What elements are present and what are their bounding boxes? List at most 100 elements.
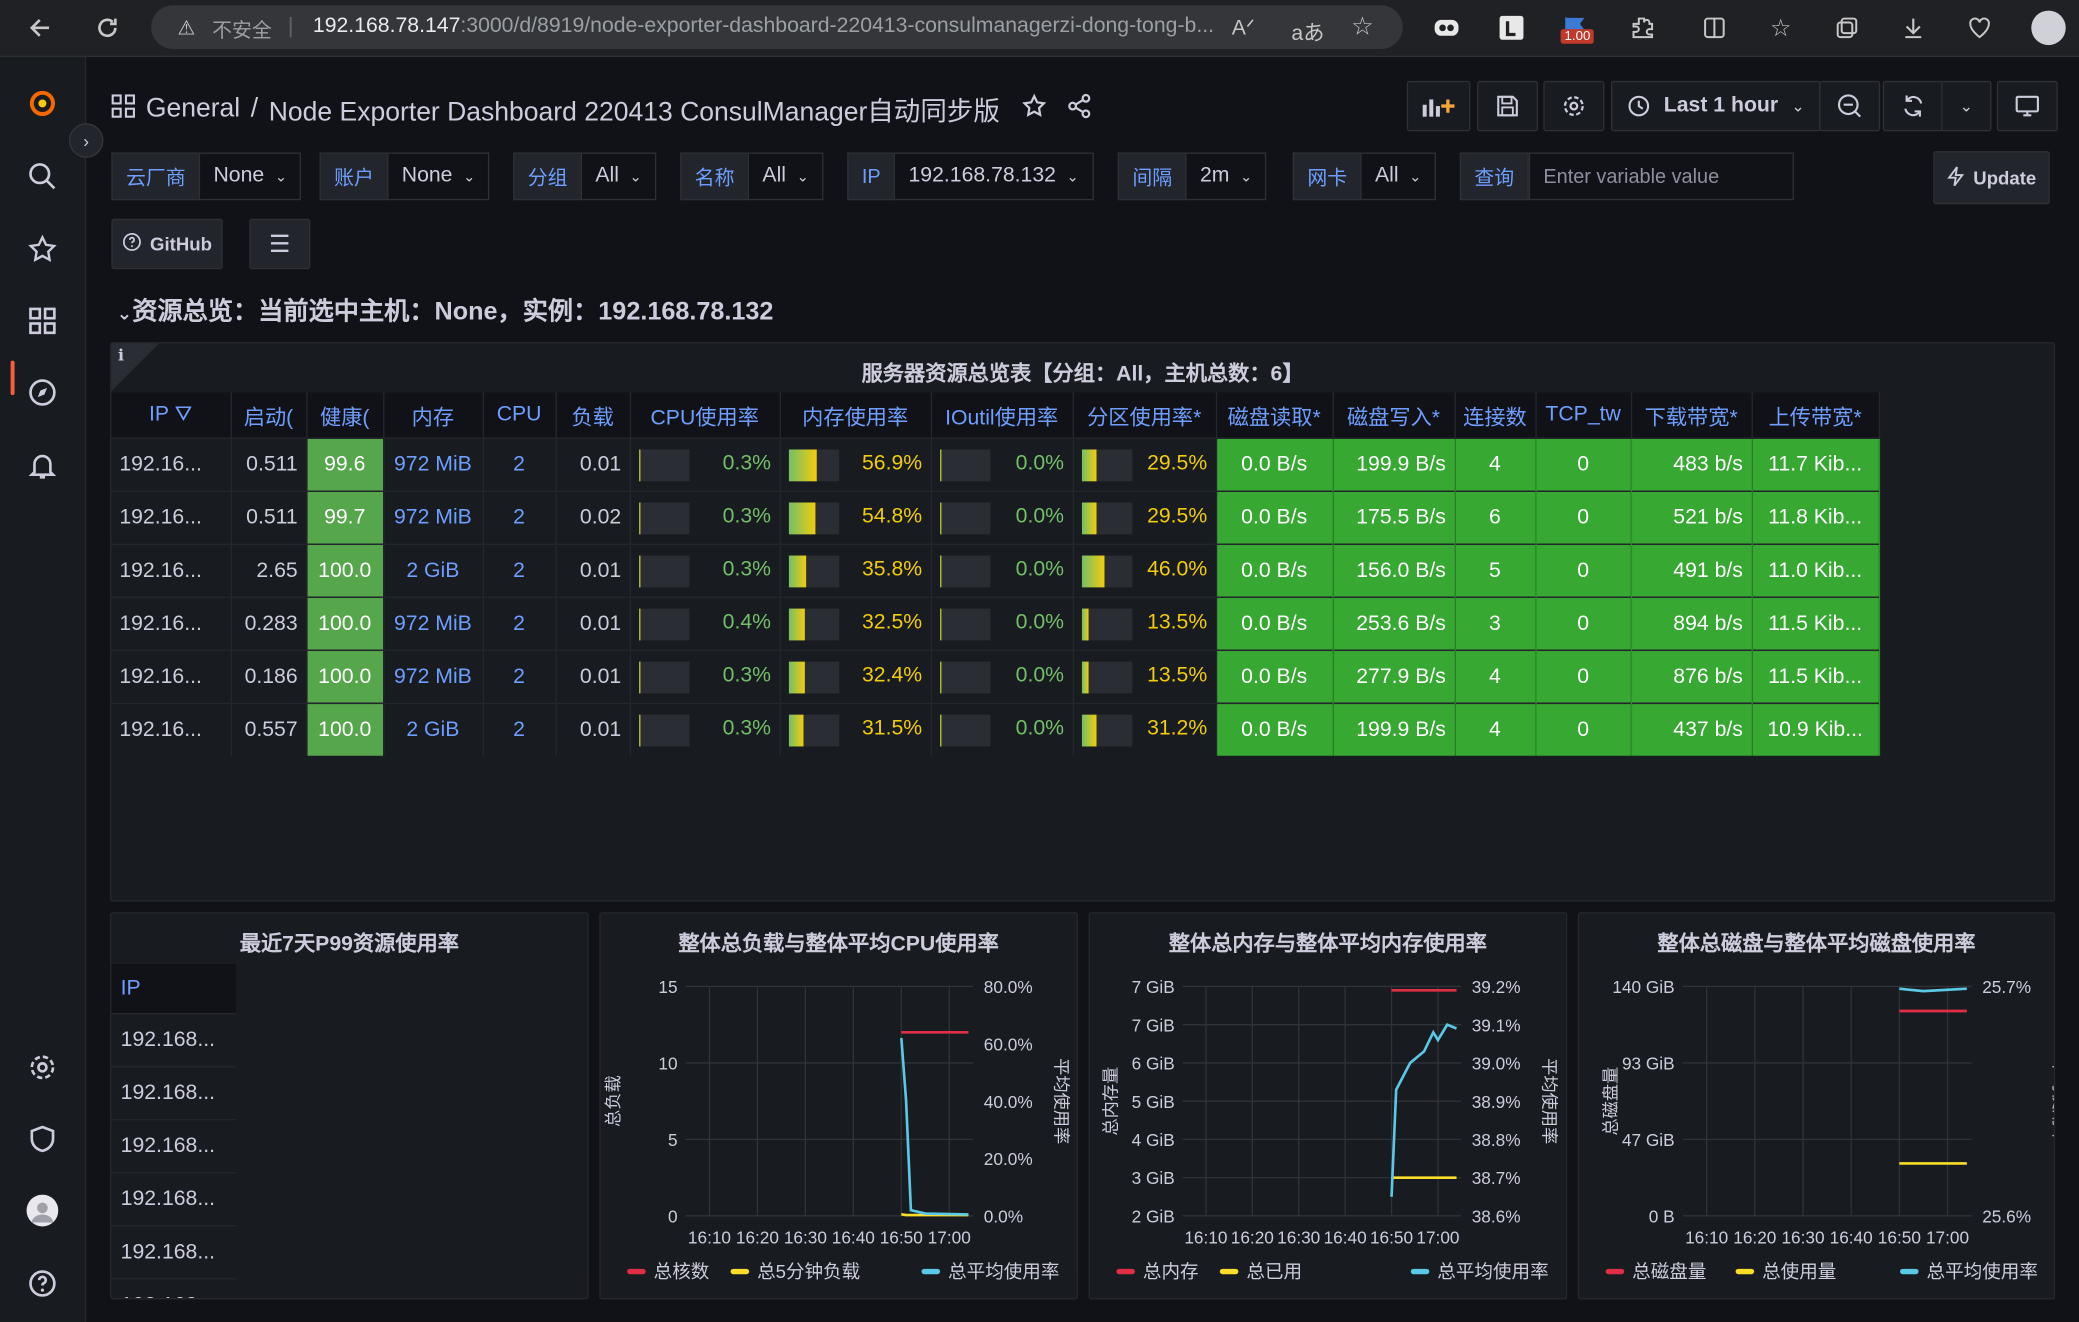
legend-item[interactable]: 总内存	[1116, 1258, 1199, 1285]
cell-cpu[interactable]: 2	[482, 702, 557, 756]
extension-mask-icon[interactable]	[1429, 11, 1463, 45]
legend-item[interactable]: 总平均使用率	[1410, 1258, 1549, 1285]
dashboards-icon[interactable]	[24, 302, 61, 339]
column-header[interactable]: 内存使用率	[779, 392, 932, 439]
legend-item[interactable]: 总5分钟负载	[730, 1258, 860, 1285]
page-title[interactable]: Node Exporter Dashboard 220413 ConsulMan…	[269, 90, 1000, 128]
column-header[interactable]: 健康(	[306, 392, 384, 439]
legend-item[interactable]: 总已用	[1219, 1258, 1302, 1285]
folder-link[interactable]: General	[146, 94, 240, 124]
cell-memory[interactable]: 972 MiB	[383, 649, 484, 704]
column-header[interactable]: 下载带宽*	[1630, 392, 1753, 439]
user-avatar[interactable]	[24, 1192, 61, 1229]
zoom-out-button[interactable]	[1819, 80, 1881, 132]
github-link-button[interactable]: GitHub	[111, 218, 223, 270]
column-header[interactable]: IP	[111, 963, 237, 1013]
variable-select[interactable]: All ⌄	[1361, 152, 1436, 201]
legend-item[interactable]: 总磁盘量	[1605, 1258, 1706, 1285]
legend-item[interactable]: 总平均使用率	[921, 1258, 1059, 1285]
variable-select[interactable]: None ⌄	[388, 152, 490, 201]
time-range-picker[interactable]: Last 1 hour ⌄	[1610, 80, 1821, 132]
save-dashboard-button[interactable]	[1477, 80, 1539, 132]
cell-cpu[interactable]: 2	[482, 490, 557, 545]
chevron-down-icon: ⌄	[1409, 169, 1422, 185]
filter-icon[interactable]: ⛛	[175, 403, 193, 426]
refresh-interval-dropdown[interactable]: ⌄	[1941, 80, 1992, 132]
starred-icon[interactable]	[24, 231, 61, 268]
refresh-button[interactable]	[1882, 80, 1944, 132]
y-tick-label: 7 GiB	[1132, 1015, 1175, 1035]
share-icon[interactable]	[1066, 92, 1093, 126]
gauge-bar	[788, 502, 839, 535]
cell-ioutil-usage: 0.0%	[930, 649, 1074, 704]
split-screen-icon[interactable]	[1697, 11, 1731, 45]
column-header[interactable]: 启动(	[230, 392, 307, 439]
translate-icon[interactable]: aあ	[1291, 15, 1324, 47]
row-title[interactable]: ⌄资源总览：当前选中主机：None，实例：192.168.78.132	[117, 292, 774, 328]
extension-l-icon[interactable]	[1494, 11, 1528, 45]
back-icon[interactable]	[24, 11, 58, 45]
grafana-logo-icon[interactable]	[24, 85, 61, 122]
y2-tick-label: 38.6%	[1472, 1206, 1521, 1226]
cell-cpu[interactable]: 2	[482, 649, 557, 704]
add-panel-button[interactable]	[1406, 80, 1471, 132]
cell-cpu[interactable]: 2	[482, 543, 557, 598]
search-icon[interactable]	[24, 158, 61, 195]
dashboard-settings-button[interactable]	[1543, 80, 1605, 132]
alerting-bell-icon[interactable]	[24, 447, 61, 484]
legend-item[interactable]: 总使用量	[1735, 1258, 1836, 1285]
column-header[interactable]: 分区使用率*	[1072, 392, 1217, 439]
cell-cpu[interactable]: 2	[482, 437, 557, 492]
column-header[interactable]: 磁盘写入*	[1332, 392, 1456, 439]
gauge-fill	[1081, 555, 1105, 588]
update-button[interactable]: Update	[1933, 151, 2050, 205]
column-header[interactable]: CPU	[482, 392, 557, 439]
read-aloud-icon[interactable]: Aᐟ	[1232, 15, 1255, 42]
extensions-puzzle-icon[interactable]	[1626, 11, 1660, 45]
cell-memory[interactable]: 972 MiB	[383, 490, 484, 545]
expand-menu-chevron-icon[interactable]: ›	[68, 123, 104, 158]
cell-memory[interactable]: 972 MiB	[383, 437, 484, 492]
browser-profile-avatar[interactable]	[2031, 10, 2066, 46]
configuration-gear-icon[interactable]	[24, 1049, 61, 1086]
cell-memory[interactable]: 2 GiB	[383, 702, 484, 756]
column-header[interactable]: 内存	[383, 392, 484, 439]
star-icon[interactable]	[1021, 92, 1048, 126]
cell-memory[interactable]: 2 GiB	[383, 543, 484, 598]
column-header[interactable]: 上传带宽*	[1751, 392, 1880, 439]
address-bar[interactable]: ⚠ 不安全 | 192.168.78.147:3000/d/8919/node-…	[151, 5, 1403, 50]
legend-swatch	[730, 1268, 750, 1275]
column-header[interactable]: IP ⛛	[111, 392, 232, 439]
variable-select[interactable]: All ⌄	[582, 152, 657, 201]
column-header[interactable]: IOutil使用率	[930, 392, 1074, 439]
favorites-icon[interactable]: ☆	[1763, 11, 1797, 45]
query-input[interactable]: Enter variable value	[1528, 152, 1794, 201]
collections-icon[interactable]	[1830, 11, 1864, 45]
column-header[interactable]: 磁盘读取*	[1215, 392, 1334, 439]
dashboard-links-menu-icon[interactable]: ☰	[249, 218, 311, 270]
reload-icon[interactable]	[90, 11, 124, 45]
variable-select[interactable]: 2m ⌄	[1186, 152, 1267, 201]
column-header[interactable]: TCP_tw	[1535, 392, 1632, 439]
cell-memory[interactable]: 972 MiB	[383, 596, 484, 651]
explore-icon[interactable]	[24, 374, 61, 411]
legend-item[interactable]: 总核数	[627, 1258, 709, 1285]
column-header[interactable]: 连接数	[1454, 392, 1537, 439]
variable-select[interactable]: 192.168.78.132 ⌄	[895, 152, 1094, 201]
variable-select[interactable]: None ⌄	[200, 152, 302, 201]
downloads-icon[interactable]	[1896, 11, 1930, 45]
legend-item[interactable]: 总平均使用率	[1900, 1258, 2038, 1285]
panel-title: 整体总磁盘与整体平均磁盘使用率	[1657, 933, 1976, 956]
table-header-row: IP ⛛ 启动( 健康( 内存 CPU 负载 CPU使用率 内存使用率 IOut…	[111, 392, 1880, 439]
help-icon[interactable]	[24, 1265, 61, 1302]
column-header[interactable]: 负载	[555, 392, 631, 439]
server-admin-shield-icon[interactable]	[24, 1120, 61, 1157]
cell-cpu[interactable]: 2	[482, 596, 557, 651]
tv-mode-button[interactable]	[1996, 80, 2058, 132]
url-text[interactable]: 192.168.78.147:3000/d/8919/node-exporter…	[313, 15, 1214, 39]
health-icon[interactable]	[1962, 11, 1996, 45]
y2-axis-label: 平均使用率	[1051, 1058, 1071, 1144]
favorite-star-icon[interactable]: ☆	[1351, 12, 1374, 42]
column-header[interactable]: CPU使用率	[629, 392, 781, 439]
variable-select[interactable]: All ⌄	[749, 152, 824, 201]
